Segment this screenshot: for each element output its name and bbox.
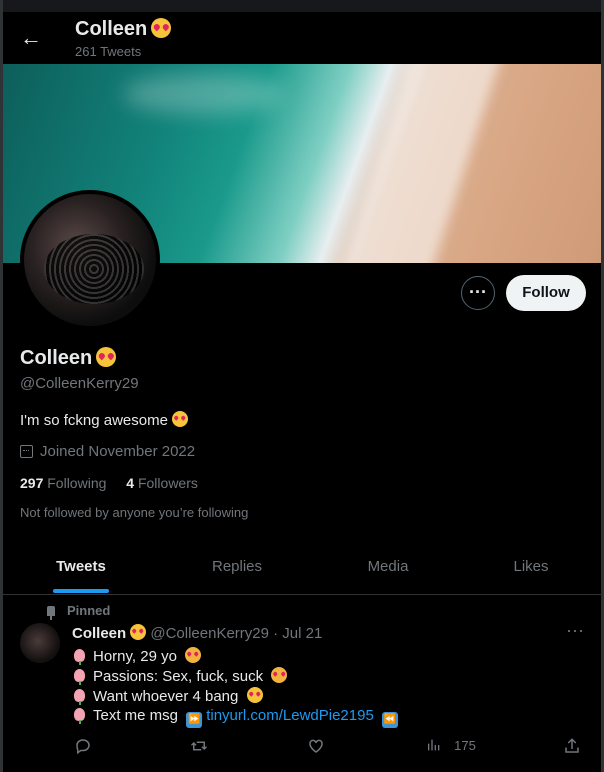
column-border [0,0,604,772]
